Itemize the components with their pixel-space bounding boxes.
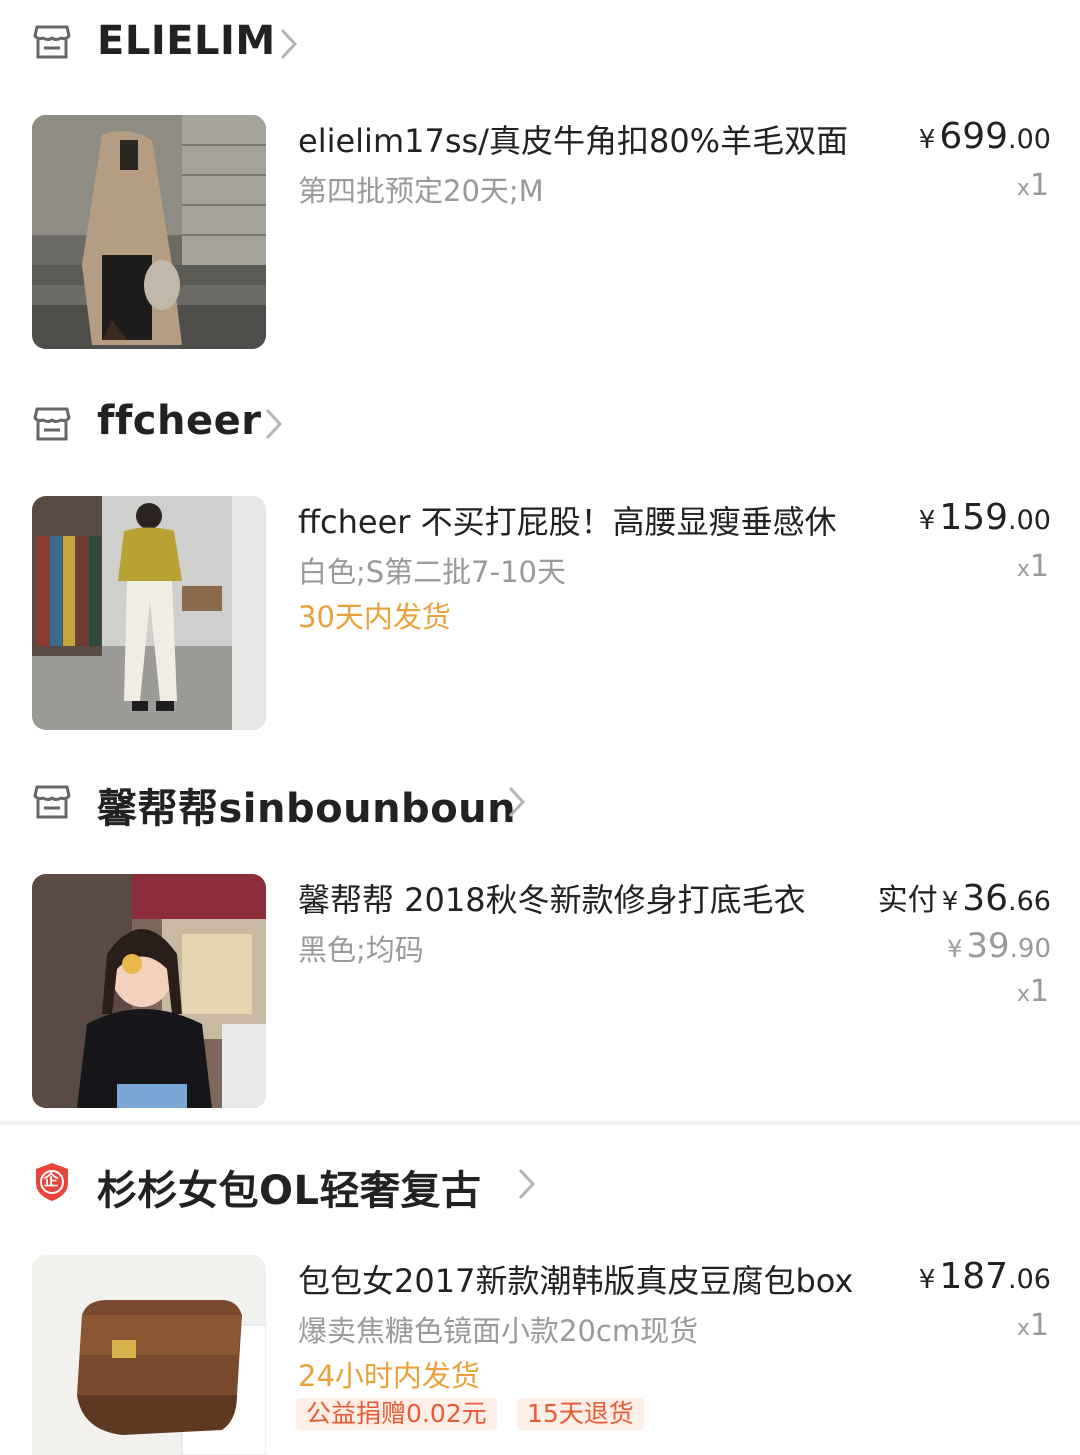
product-price: 实付 ¥36.66: [878, 875, 1051, 919]
store-header[interactable]: ELIELIM: [0, 0, 1080, 90]
chevron-right-icon[interactable]: [506, 782, 528, 822]
quantity-value: 1: [1029, 168, 1049, 203]
product-quantity: x1: [1017, 168, 1049, 203]
quantity-prefix: x: [1016, 1316, 1030, 1341]
product-quantity: x1: [1017, 1308, 1049, 1343]
product-image[interactable]: [32, 115, 266, 349]
original-price-decimal: .90: [1009, 934, 1051, 964]
product-title[interactable]: 馨帮帮 2018秋冬新款修身打底毛衣: [298, 875, 848, 921]
product-title[interactable]: elielim17ss/真皮牛角扣80%羊毛双面: [298, 116, 878, 162]
product-image[interactable]: [32, 496, 266, 730]
chevron-right-icon[interactable]: [516, 1164, 538, 1204]
store-name[interactable]: ffcheer: [97, 398, 261, 444]
shipping-info: 24小时内发货: [298, 1359, 480, 1393]
store-header[interactable]: 企 杉杉女包OL轻奢复古: [0, 1138, 1080, 1228]
product-price: ¥187.06: [919, 1256, 1051, 1297]
store-name[interactable]: 杉杉女包OL轻奢复古: [97, 1158, 482, 1216]
store-icon: [32, 404, 72, 444]
store-name[interactable]: 馨帮帮sinbounboun: [97, 776, 516, 834]
store-icon: [32, 22, 72, 62]
price-integer: 187: [939, 1256, 1009, 1297]
paid-label: 实付: [877, 883, 938, 918]
chevron-right-icon[interactable]: [263, 404, 285, 444]
shipping-info: 30天内发货: [298, 600, 451, 634]
product-price: ¥159.00: [919, 497, 1051, 538]
product-sku: 黑色;均码: [298, 933, 424, 967]
original-price-integer: 39: [966, 926, 1010, 966]
product-image[interactable]: [32, 874, 266, 1108]
store-icon: [32, 782, 72, 822]
currency-symbol: ¥: [941, 887, 959, 917]
currency-symbol: ¥: [918, 506, 936, 536]
price-decimal: .66: [1008, 886, 1051, 917]
price-integer: 159: [939, 497, 1009, 538]
price-integer: 36: [962, 878, 1009, 919]
product-title[interactable]: ffcheer 不买打屁股！高腰显瘦垂感休: [298, 497, 870, 543]
product-price: ¥699.00: [919, 116, 1051, 157]
charity-tag: 公益捐赠0.02元: [296, 1398, 497, 1430]
quantity-value: 1: [1029, 1308, 1049, 1343]
original-price: ¥39.90: [947, 926, 1051, 966]
return-policy-tag: 15天退货: [517, 1398, 644, 1430]
quantity-value: 1: [1029, 974, 1049, 1009]
quantity-prefix: x: [1016, 176, 1030, 201]
store-header[interactable]: ffcheer: [0, 378, 1080, 468]
price-integer: 699: [939, 116, 1009, 157]
enterprise-badge-icon: 企: [32, 1162, 72, 1202]
currency-symbol: ¥: [947, 935, 963, 963]
store-header[interactable]: 馨帮帮sinbounboun: [0, 756, 1080, 846]
section-divider: [0, 1121, 1080, 1125]
chevron-right-icon[interactable]: [278, 24, 300, 64]
product-image[interactable]: [32, 1255, 266, 1455]
product-title[interactable]: 包包女2017新款潮韩版真皮豆腐包box: [298, 1256, 888, 1302]
currency-symbol: ¥: [918, 125, 936, 155]
product-sku: 第四批预定20天;M: [298, 174, 544, 208]
product-quantity: x1: [1017, 974, 1049, 1009]
store-name[interactable]: ELIELIM: [97, 18, 276, 64]
product-sku: 爆卖焦糖色镜面小款20cm现货: [298, 1314, 699, 1348]
product-quantity: x1: [1017, 549, 1049, 584]
quantity-prefix: x: [1016, 557, 1030, 582]
price-decimal: .06: [1008, 1264, 1051, 1295]
price-decimal: .00: [1008, 124, 1051, 155]
badge-char: 企: [43, 1171, 59, 1189]
price-decimal: .00: [1008, 505, 1051, 536]
quantity-prefix: x: [1016, 982, 1030, 1007]
quantity-value: 1: [1029, 549, 1049, 584]
currency-symbol: ¥: [918, 1265, 936, 1295]
product-sku: 白色;S第二批7-10天: [298, 555, 566, 589]
